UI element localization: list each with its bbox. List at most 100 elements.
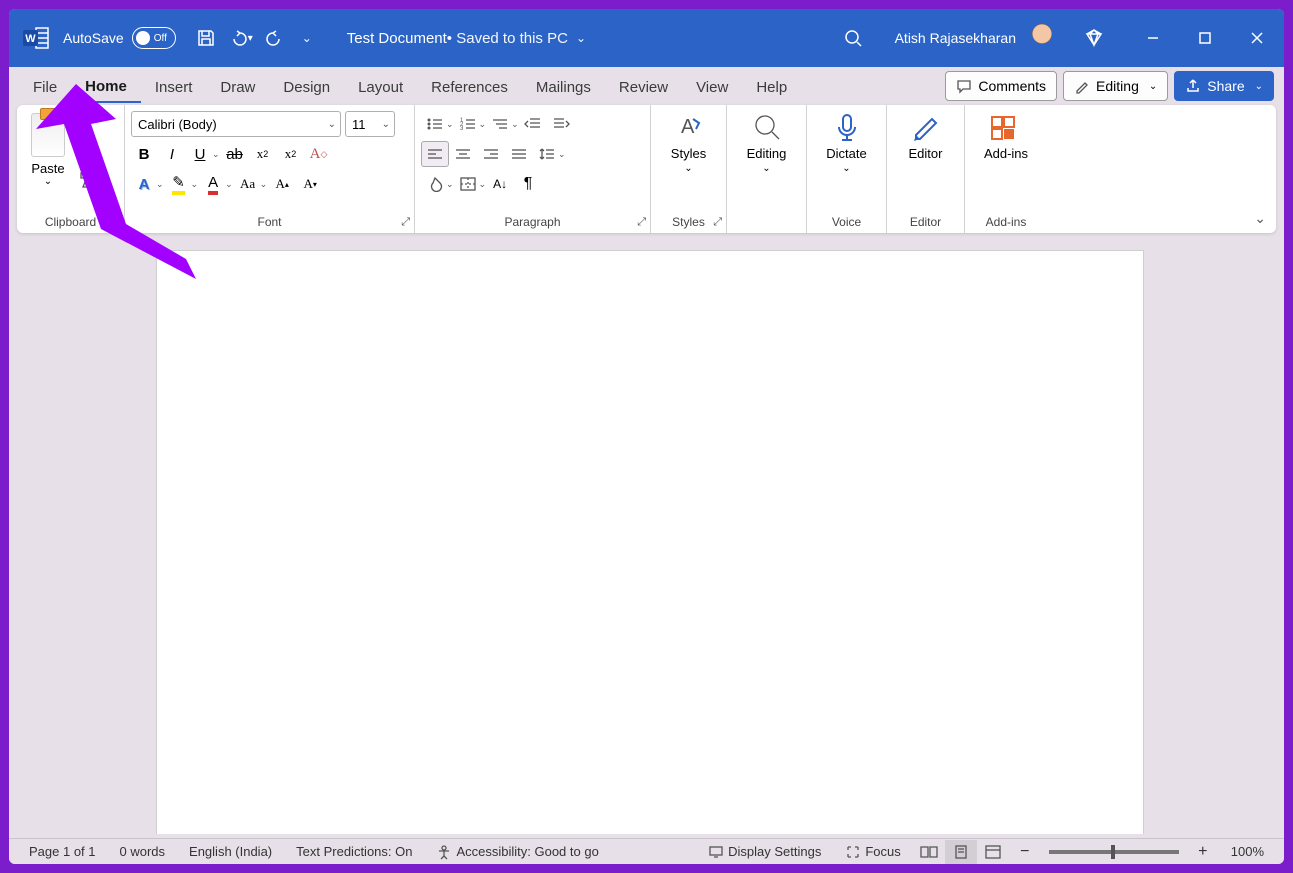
- strikethrough-button[interactable]: ab: [222, 141, 248, 167]
- focus-mode[interactable]: Focus: [833, 844, 912, 860]
- diamond-icon[interactable]: [1078, 22, 1110, 54]
- sort-button[interactable]: A↓: [486, 171, 514, 197]
- page-indicator[interactable]: Page 1 of 1: [17, 844, 108, 859]
- font-launcher-icon[interactable]: ⤢: [401, 216, 410, 229]
- tab-review[interactable]: Review: [605, 71, 682, 102]
- tab-home[interactable]: Home: [71, 70, 141, 103]
- save-button[interactable]: [190, 22, 222, 54]
- text-predictions[interactable]: Text Predictions: On: [284, 844, 424, 859]
- text-effects-button[interactable]: A: [131, 171, 157, 197]
- group-paragraph: ⌄ 123⌄ ⌄ ⌄ ⌄ ⌄ A↓ ¶: [415, 105, 651, 233]
- dictate-button[interactable]: Dictate⌄: [813, 109, 880, 174]
- status-bar: Page 1 of 1 0 words English (India) Text…: [9, 838, 1284, 864]
- maximize-button[interactable]: [1182, 9, 1228, 67]
- copy-button[interactable]: [75, 141, 97, 163]
- web-layout-button[interactable]: [977, 840, 1009, 864]
- qat-customize-icon[interactable]: ⌄: [291, 22, 323, 54]
- word-window: W AutoSave Off ▾ ⌄ Test Document • Saved…: [9, 9, 1284, 864]
- document-title-area[interactable]: Test Document • Saved to this PC ⌄: [347, 30, 837, 47]
- shrink-font-button[interactable]: A▾: [297, 171, 323, 197]
- share-button[interactable]: Share ⌄: [1174, 71, 1274, 101]
- show-hide-button[interactable]: ¶: [514, 171, 542, 197]
- tab-mailings[interactable]: Mailings: [522, 71, 605, 102]
- styles-group-label: Styles: [672, 215, 705, 229]
- language-indicator[interactable]: English (India): [177, 844, 284, 859]
- tab-help[interactable]: Help: [742, 71, 801, 102]
- tab-insert[interactable]: Insert: [141, 71, 207, 102]
- zoom-out-button[interactable]: −: [1009, 840, 1041, 864]
- comments-button[interactable]: Comments: [945, 71, 1057, 101]
- tab-design[interactable]: Design: [269, 71, 344, 102]
- editing-dropdown-button[interactable]: Editing⌄: [733, 109, 800, 174]
- paste-button[interactable]: Paste ⌄: [23, 109, 73, 187]
- font-size-selector[interactable]: 11⌄: [345, 111, 395, 137]
- undo-dropdown-icon[interactable]: ▾: [248, 33, 253, 44]
- font-group-label: Font: [257, 215, 281, 229]
- print-layout-button[interactable]: [945, 840, 977, 864]
- tab-file[interactable]: File: [19, 71, 71, 102]
- italic-button[interactable]: I: [159, 141, 185, 167]
- bold-button[interactable]: B: [131, 141, 157, 167]
- align-right-button[interactable]: [477, 141, 505, 167]
- align-center-button[interactable]: [449, 141, 477, 167]
- underline-button[interactable]: U: [187, 141, 213, 167]
- bullets-button[interactable]: [421, 111, 449, 137]
- decrease-indent-button[interactable]: [519, 111, 547, 137]
- justify-button[interactable]: [505, 141, 533, 167]
- editing-mode-button[interactable]: Editing ⌄: [1063, 71, 1168, 101]
- borders-button[interactable]: [454, 171, 482, 197]
- ribbon-tabs: File Home Insert Draw Design Layout Refe…: [9, 67, 1284, 105]
- chevron-down-icon: ⌄: [1255, 81, 1263, 92]
- tab-references[interactable]: References: [417, 71, 522, 102]
- grow-font-button[interactable]: A▴: [269, 171, 295, 197]
- superscript-button[interactable]: x2: [278, 141, 304, 167]
- align-left-button[interactable]: [421, 141, 449, 167]
- zoom-in-button[interactable]: +: [1187, 840, 1219, 864]
- editor-button[interactable]: Editor: [893, 109, 958, 161]
- increase-indent-button[interactable]: [547, 111, 575, 137]
- search-button[interactable]: [837, 22, 869, 54]
- multilevel-list-button[interactable]: [486, 111, 514, 137]
- voice-group-label: Voice: [832, 215, 861, 229]
- title-dropdown-icon[interactable]: ⌄: [576, 31, 586, 45]
- numbering-button[interactable]: 123: [454, 111, 482, 137]
- change-case-button[interactable]: Aa: [235, 171, 261, 197]
- group-editing: Editing⌄: [727, 105, 807, 233]
- minimize-button[interactable]: [1130, 9, 1176, 67]
- close-button[interactable]: [1234, 9, 1280, 67]
- collapse-ribbon-icon[interactable]: ⌄: [1254, 210, 1266, 227]
- paste-label: Paste: [31, 161, 64, 176]
- line-spacing-button[interactable]: [533, 141, 561, 167]
- editor-icon: [908, 109, 944, 145]
- zoom-slider[interactable]: [1049, 850, 1179, 854]
- read-mode-button[interactable]: [913, 840, 945, 864]
- accessibility-status[interactable]: Accessibility: Good to go: [424, 844, 610, 860]
- doc-saved-status: • Saved to this PC: [447, 30, 568, 47]
- format-painter-button[interactable]: [75, 169, 97, 191]
- tab-view[interactable]: View: [682, 71, 742, 102]
- redo-button[interactable]: [259, 22, 291, 54]
- comments-label: Comments: [978, 78, 1046, 94]
- styles-button[interactable]: A Styles⌄: [657, 109, 720, 174]
- share-label: Share: [1207, 78, 1244, 94]
- addins-button[interactable]: Add-ins: [971, 109, 1041, 161]
- autosave-state: Off: [154, 33, 167, 44]
- styles-launcher-icon[interactable]: ⤢: [713, 216, 722, 229]
- tab-layout[interactable]: Layout: [344, 71, 417, 102]
- tab-draw[interactable]: Draw: [206, 71, 269, 102]
- display-settings[interactable]: Display Settings: [696, 844, 833, 860]
- font-color-button[interactable]: A: [200, 171, 226, 197]
- word-count[interactable]: 0 words: [108, 844, 178, 859]
- clear-formatting-button[interactable]: A◇: [306, 141, 332, 167]
- cut-button[interactable]: [75, 113, 97, 135]
- shading-button[interactable]: [421, 171, 449, 197]
- zoom-percent[interactable]: 100%: [1219, 844, 1276, 859]
- document-page[interactable]: [157, 251, 1143, 834]
- subscript-button[interactable]: x2: [250, 141, 276, 167]
- autosave-toggle[interactable]: Off: [132, 27, 176, 49]
- highlight-button[interactable]: ✎: [166, 171, 192, 197]
- clipboard-launcher-icon[interactable]: ⤢: [111, 216, 120, 229]
- user-avatar[interactable]: [1028, 24, 1056, 52]
- font-name-selector[interactable]: Calibri (Body)⌄: [131, 111, 341, 137]
- paragraph-launcher-icon[interactable]: ⤢: [637, 216, 646, 229]
